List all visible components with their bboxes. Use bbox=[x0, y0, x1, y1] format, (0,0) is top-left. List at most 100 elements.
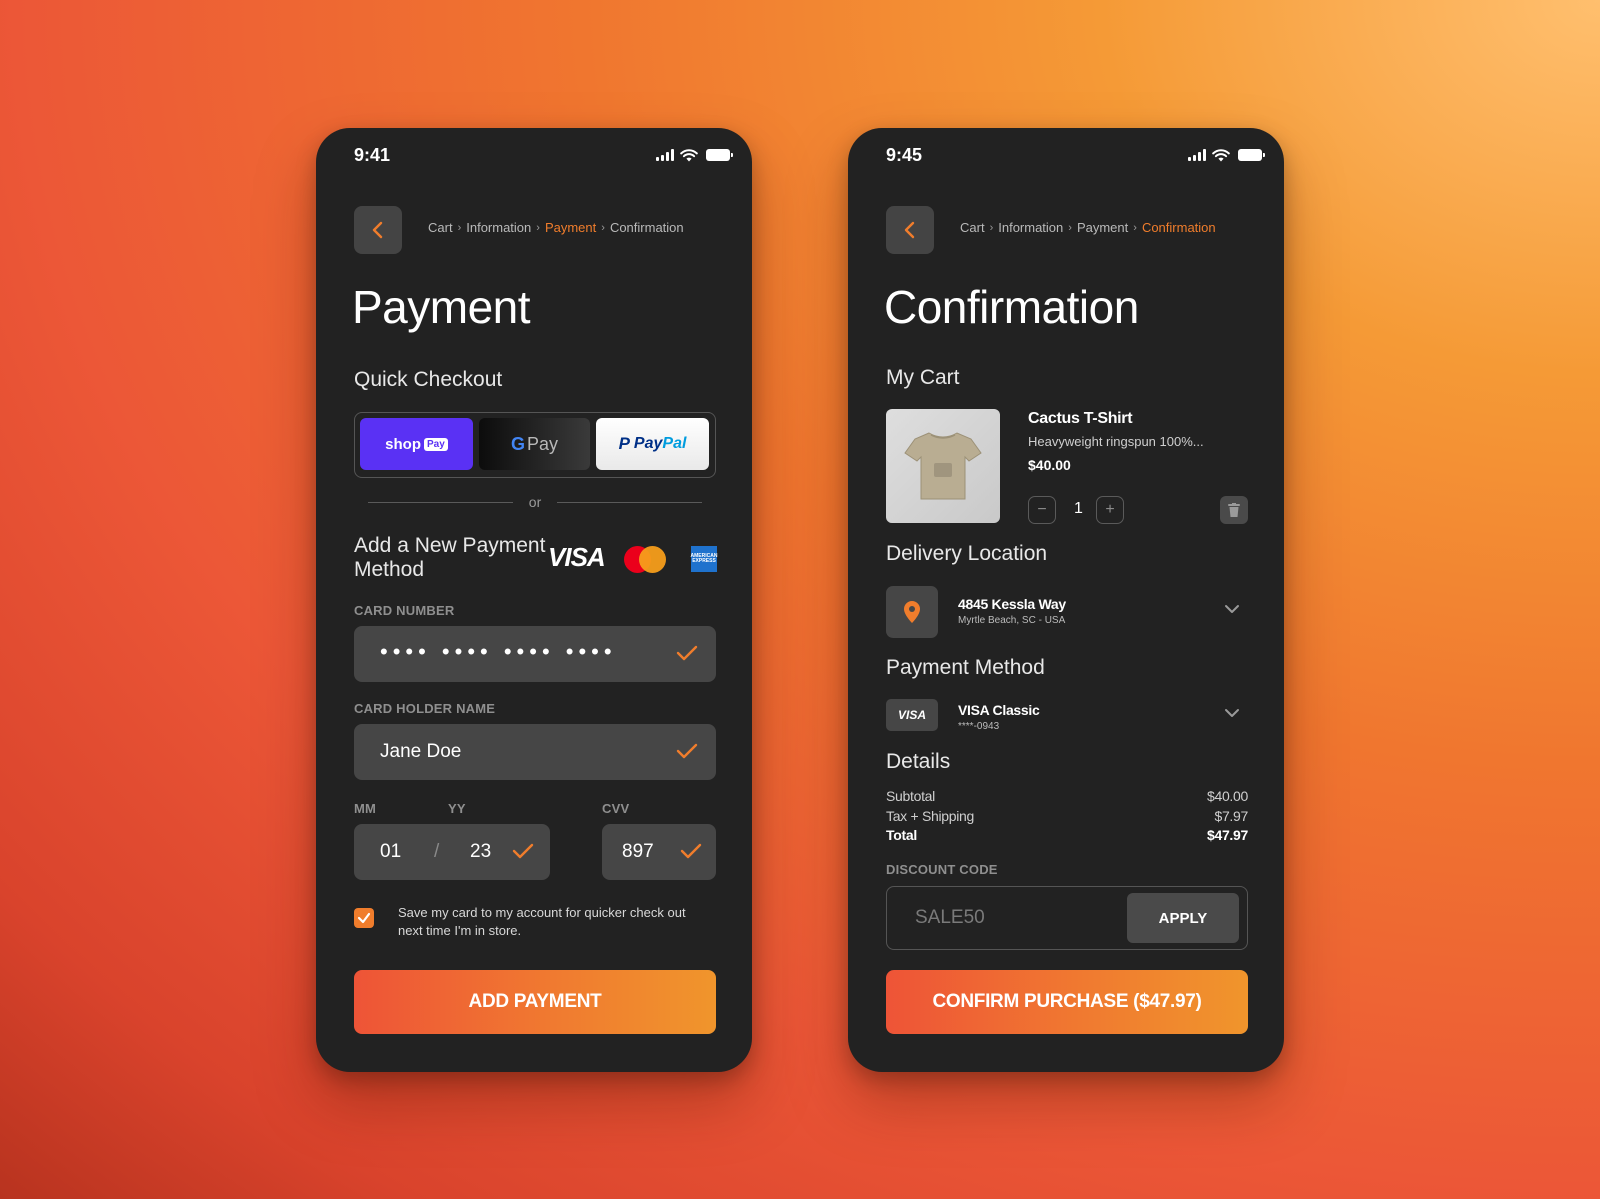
trash-icon bbox=[1228, 503, 1240, 517]
product-image bbox=[886, 409, 1000, 523]
discount-code-label: DISCOUNT CODE bbox=[886, 862, 998, 877]
discount-code-input[interactable]: SALE50 bbox=[915, 907, 985, 929]
confirmation-screen: 9:45 Cart › Information › Payment › Conf… bbox=[848, 128, 1284, 1072]
shop-pay-button[interactable]: shop Pay bbox=[360, 418, 473, 470]
add-payment-button[interactable]: ADD PAYMENT bbox=[354, 970, 716, 1034]
chevron-left-icon bbox=[372, 221, 383, 239]
quantity-decrease-button[interactable]: − bbox=[1028, 496, 1056, 524]
card-number-field[interactable]: •••• •••• •••• •••• bbox=[354, 626, 716, 682]
location-icon-box bbox=[886, 586, 938, 638]
card-holder-field[interactable]: Jane Doe bbox=[354, 724, 716, 780]
quantity-value: 1 bbox=[1074, 500, 1083, 517]
card-holder-label: CARD HOLDER NAME bbox=[354, 701, 496, 716]
paypal-logo-part2: Pal bbox=[662, 435, 687, 452]
shop-pay-badge: Pay bbox=[424, 437, 448, 451]
paypal-mark-icon: P bbox=[618, 434, 630, 453]
breadcrumb-separator-icon: › bbox=[1068, 221, 1072, 234]
delivery-location-title: Delivery Location bbox=[886, 542, 1048, 565]
breadcrumb-payment[interactable]: Payment bbox=[1077, 220, 1128, 235]
page-title: Confirmation bbox=[884, 281, 1139, 333]
breadcrumb-cart[interactable]: Cart bbox=[428, 220, 453, 235]
or-divider: or bbox=[368, 494, 703, 510]
battery-icon bbox=[1238, 149, 1265, 161]
signal-icon bbox=[1188, 149, 1206, 161]
amex-logo: AMERICAN EXPRESS bbox=[691, 546, 717, 572]
apply-button[interactable]: APPLY bbox=[1127, 893, 1239, 943]
status-time: 9:41 bbox=[354, 144, 391, 165]
status-icons bbox=[656, 148, 733, 162]
card-name: VISA Classic bbox=[958, 702, 1040, 718]
wifi-icon bbox=[1212, 148, 1230, 161]
or-label: or bbox=[528, 494, 542, 510]
quantity-increase-button[interactable]: + bbox=[1096, 496, 1124, 524]
breadcrumb-separator-icon: › bbox=[457, 221, 462, 234]
expiry-month-value: 01 bbox=[380, 841, 402, 862]
visa-card-icon: VISA bbox=[886, 699, 938, 731]
breadcrumb: Cart › Information › Payment › Confirmat… bbox=[428, 220, 684, 235]
quick-checkout-options: shop Pay G Pay P Pay Pal bbox=[354, 412, 716, 478]
tax-shipping-value: $7.97 bbox=[1214, 808, 1248, 824]
expiry-year-value: 23 bbox=[470, 841, 492, 862]
save-card-text: Save my card to my account for quicker c… bbox=[398, 905, 686, 938]
product-name: Cactus T-Shirt bbox=[1028, 410, 1133, 427]
google-g-icon: G bbox=[510, 433, 525, 454]
subtotal-value: $40.00 bbox=[1206, 788, 1248, 804]
breadcrumb-separator-icon: › bbox=[989, 221, 994, 234]
cvv-value: 897 bbox=[622, 841, 654, 862]
paypal-button[interactable]: P Pay Pal bbox=[596, 418, 709, 470]
address-line1: 4845 Kessla Way bbox=[958, 596, 1066, 612]
expiry-date-field[interactable]: 01 / 23 bbox=[354, 824, 550, 880]
tax-shipping-label: Tax + Shipping bbox=[886, 808, 975, 824]
confirm-purchase-button[interactable]: CONFIRM PURCHASE ($47.97) bbox=[886, 970, 1248, 1034]
back-button[interactable] bbox=[354, 206, 402, 254]
google-pay-button[interactable]: G Pay bbox=[479, 418, 590, 470]
divider-line bbox=[368, 501, 513, 503]
yy-label: YY bbox=[448, 801, 466, 816]
cvv-field[interactable]: 897 bbox=[602, 824, 716, 880]
chevron-down-icon[interactable] bbox=[1224, 708, 1240, 718]
divider-line bbox=[557, 501, 703, 503]
card-masked-number: ****-0943 bbox=[958, 721, 1000, 732]
quick-checkout-title: Quick Checkout bbox=[354, 368, 503, 391]
mastercard-logo bbox=[624, 546, 666, 574]
status-bar: 9:45 bbox=[886, 142, 1265, 168]
details-title: Details bbox=[886, 750, 951, 773]
card-holder-value: Jane Doe bbox=[380, 741, 462, 762]
page-title: Payment bbox=[352, 281, 531, 333]
breadcrumb-cart[interactable]: Cart bbox=[960, 220, 985, 235]
subtotal-row: Subtotal $40.00 bbox=[886, 788, 1248, 804]
breadcrumb-separator-icon: › bbox=[536, 221, 540, 234]
status-icons bbox=[1188, 148, 1265, 162]
total-label: Total bbox=[886, 827, 917, 843]
card-number-label: CARD NUMBER bbox=[354, 603, 455, 618]
status-bar: 9:41 bbox=[354, 142, 733, 168]
chevron-left-icon bbox=[904, 221, 915, 239]
mm-label: MM bbox=[354, 801, 377, 816]
total-value: $47.97 bbox=[1206, 827, 1248, 843]
check-icon bbox=[357, 912, 371, 924]
breadcrumb-confirmation[interactable]: Confirmation bbox=[1142, 220, 1216, 235]
save-card-checkbox[interactable] bbox=[354, 908, 374, 928]
breadcrumb-separator-icon: › bbox=[1133, 221, 1137, 234]
map-pin-icon bbox=[904, 601, 920, 623]
payment-screen: 9:41 Cart › Information › Payment › Conf… bbox=[316, 128, 752, 1072]
signal-icon bbox=[656, 149, 674, 161]
check-icon bbox=[676, 645, 698, 661]
breadcrumb-information[interactable]: Information bbox=[466, 220, 531, 235]
breadcrumb-information[interactable]: Information bbox=[998, 220, 1063, 235]
remove-item-button[interactable] bbox=[1220, 496, 1248, 524]
wifi-icon bbox=[680, 148, 698, 161]
add-payment-method-title: Add a New Payment Method bbox=[354, 534, 546, 581]
breadcrumb: Cart › Information › Payment › Confirmat… bbox=[960, 220, 1216, 235]
chevron-down-icon[interactable] bbox=[1224, 604, 1240, 614]
back-button[interactable] bbox=[886, 206, 934, 254]
check-icon bbox=[680, 843, 702, 859]
expiry-separator: / bbox=[434, 841, 440, 862]
breadcrumb-payment[interactable]: Payment bbox=[545, 220, 596, 235]
breadcrumb-separator-icon: › bbox=[601, 221, 605, 234]
google-pay-label: Pay bbox=[526, 433, 559, 454]
my-cart-title: My Cart bbox=[886, 366, 960, 389]
cvv-label: CVV bbox=[602, 801, 630, 816]
product-description: Heavyweight ringspun 100%... bbox=[1028, 434, 1204, 449]
breadcrumb-confirmation[interactable]: Confirmation bbox=[610, 220, 684, 235]
